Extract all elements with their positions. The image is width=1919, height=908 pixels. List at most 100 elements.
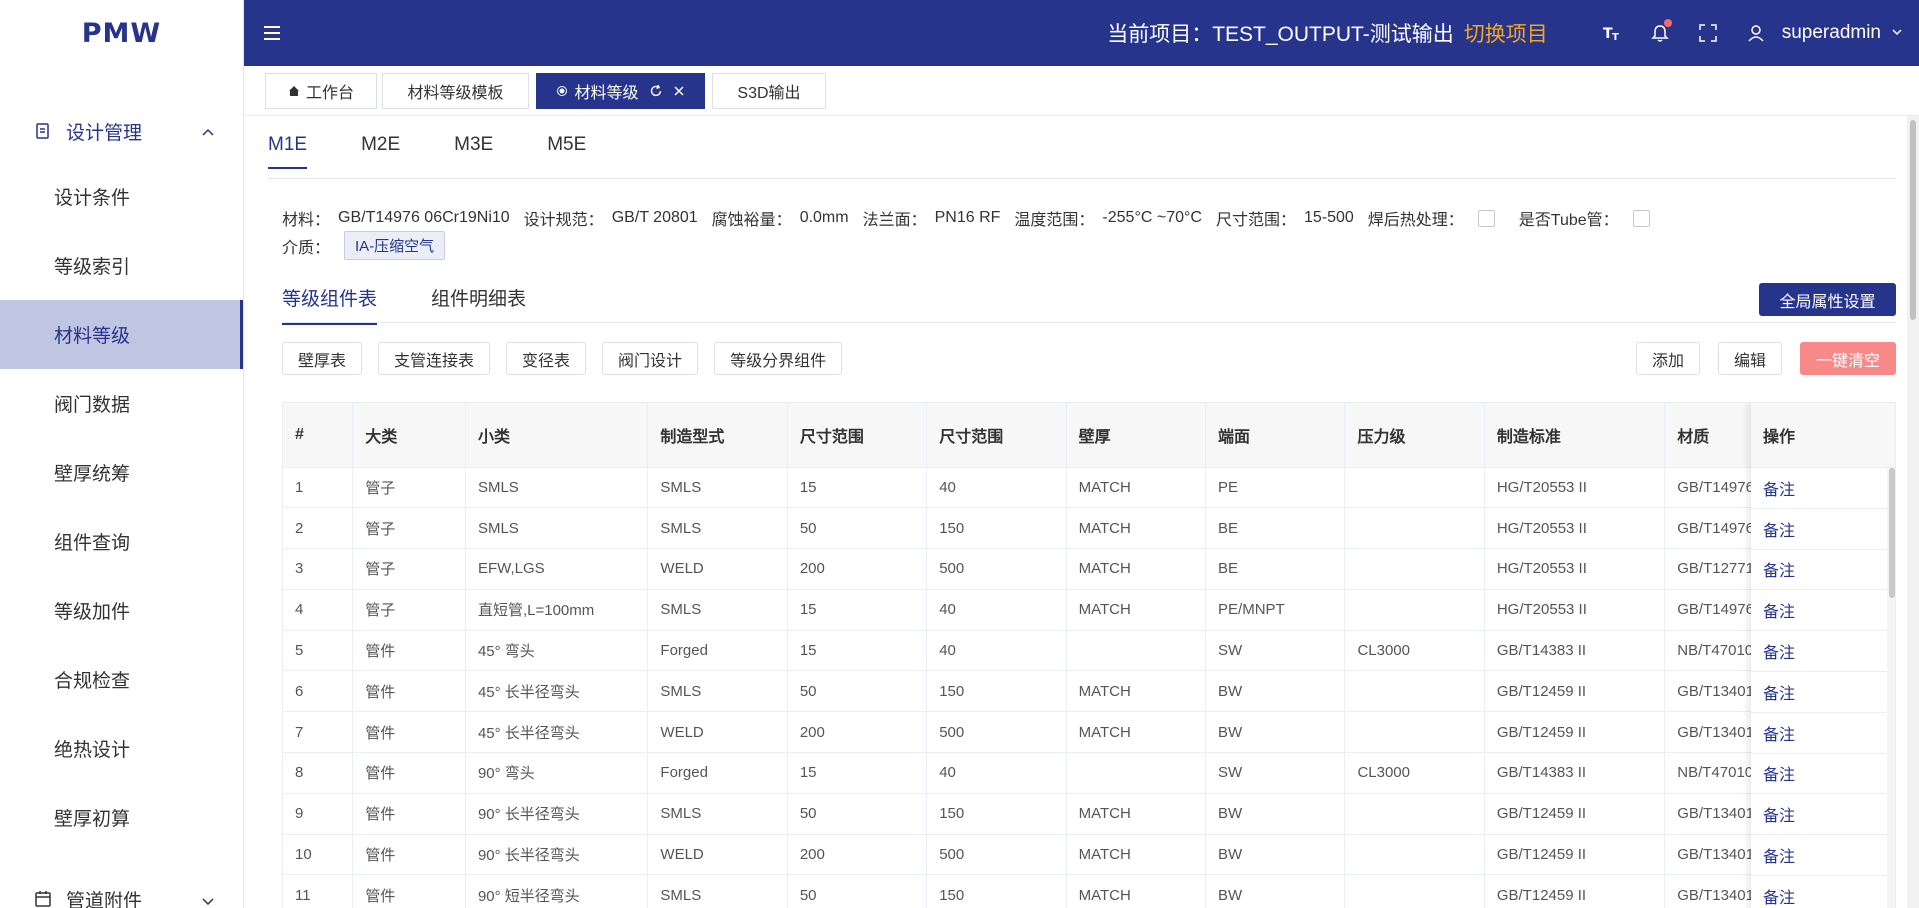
tab-grade-component-table[interactable]: 等级组件表	[282, 284, 378, 325]
col-header[interactable]: 小类	[465, 403, 649, 468]
sidebar-item-wall-thickness[interactable]: 壁厚统筹	[0, 438, 243, 507]
col-header[interactable]: 尺寸范围	[926, 403, 1067, 468]
col-header[interactable]: 压力级	[1344, 403, 1485, 468]
remark-link[interactable]: 备注	[1751, 672, 1887, 713]
fullscreen-icon[interactable]	[1696, 21, 1720, 45]
sidebar-item-grade-addition[interactable]: 等级加件	[0, 576, 243, 645]
edit-button[interactable]: 编辑	[1717, 342, 1782, 375]
remark-link[interactable]: 备注	[1751, 876, 1887, 908]
table-cell: SW	[1205, 630, 1346, 672]
close-icon[interactable]	[673, 85, 685, 97]
sidebar-item-grade-index[interactable]: 等级索引	[0, 231, 243, 300]
table-row[interactable]: 10 管件 90° 长半径弯头 WELD 200 500 MATCH BW GB/T12459 …	[283, 834, 1895, 876]
table-toolbar: 壁厚表 支管连接表 变径表 阀门设计 等级分界组件	[282, 342, 858, 375]
tab-m1e[interactable]: M1E	[268, 134, 308, 169]
tab-workbench[interactable]: 工作台	[265, 73, 377, 109]
sidebar-item-design-conditions[interactable]: 设计条件	[0, 162, 243, 231]
font-size-icon[interactable]: TT	[1600, 21, 1624, 45]
tab-material-grade-template[interactable]: 材料等级模板	[382, 73, 529, 109]
remark-link[interactable]: 备注	[1751, 550, 1887, 591]
grade-boundary-button[interactable]: 等级分界组件	[714, 342, 843, 375]
table-cell: BW	[1205, 834, 1346, 876]
remark-link[interactable]: 备注	[1751, 794, 1887, 836]
table-row[interactable]: 7 管件 45° 长半径弯头 WELD 200 500 MATCH BW GB/T12459 I…	[283, 711, 1895, 754]
col-header[interactable]: 制造型式	[647, 403, 788, 468]
switch-project-link[interactable]: 切换项目	[1464, 18, 1548, 48]
reducer-table-button[interactable]: 变径表	[506, 342, 587, 375]
table-row[interactable]: 4 管子 直短管,L=100mm SMLS 15 40 MATCH PE/MNPT HG/T20…	[283, 589, 1895, 631]
col-header[interactable]: 尺寸范围	[787, 403, 928, 468]
table-cell: MATCH	[1066, 467, 1207, 509]
table-cell: 50	[787, 793, 928, 835]
table-cell: MATCH	[1066, 548, 1207, 590]
table-cell: 50	[787, 670, 928, 713]
table-cell	[1344, 670, 1485, 713]
table-cell: 10	[283, 834, 354, 876]
scrollbar-thumb[interactable]	[1910, 120, 1916, 320]
tab-m3e[interactable]: M3E	[454, 134, 493, 169]
scrollbar-thumb[interactable]	[1889, 468, 1895, 598]
table-cell: 50	[787, 507, 928, 550]
table-row[interactable]: 9 管件 90° 长半径弯头 SMLS 50 150 MATCH BW GB/T12459 II…	[283, 793, 1895, 835]
tab-material-grade[interactable]: 材料等级	[536, 73, 705, 109]
remark-link[interactable]: 备注	[1751, 713, 1887, 754]
col-header[interactable]: 大类	[352, 403, 466, 468]
sidebar: PMW 设计管理 设计条件 等级索引 材料等级 阀门数据 壁厚统筹 组件查询 等…	[0, 0, 244, 908]
flange-value: PN16 RF	[934, 209, 1001, 226]
table-row[interactable]: 1 管子 SMLS SMLS 15 40 MATCH PE HG/T20553 II GB/T14…	[283, 467, 1895, 509]
remark-link[interactable]: 备注	[1751, 754, 1887, 795]
col-header[interactable]: 端面	[1205, 403, 1346, 468]
add-button[interactable]: 添加	[1635, 342, 1700, 375]
table-row[interactable]: 6 管件 45° 长半径弯头 SMLS 50 150 MATCH BW GB/T12459 II…	[283, 670, 1895, 713]
menu-group-design-management[interactable]: 设计管理	[0, 100, 243, 162]
page-scrollbar[interactable]	[1907, 116, 1919, 908]
remark-link[interactable]: 备注	[1751, 835, 1887, 876]
remark-link[interactable]: 备注	[1751, 468, 1887, 509]
remark-link[interactable]: 备注	[1751, 509, 1887, 550]
table-cell: SMLS	[647, 874, 788, 908]
tube-checkbox[interactable]	[1632, 209, 1650, 227]
col-header[interactable]: 壁厚	[1066, 403, 1207, 468]
valve-design-button[interactable]: 阀门设计	[602, 342, 699, 375]
wall-thickness-table-button[interactable]: 壁厚表	[282, 342, 363, 375]
table-row[interactable]: 8 管件 90° 弯头 Forged 15 40 SW CL3000 GB/T14383 II N…	[283, 752, 1895, 794]
remark-link[interactable]: 备注	[1751, 590, 1887, 632]
bell-icon[interactable]	[1648, 19, 1672, 45]
refresh-icon[interactable]	[649, 84, 663, 98]
user-menu[interactable]: superadmin	[1782, 22, 1903, 44]
branch-connection-table-button[interactable]: 支管连接表	[378, 342, 491, 375]
sidebar-item-component-query[interactable]: 组件查询	[0, 507, 243, 576]
table-row[interactable]: 11 管件 90° 短半径弯头 SMLS 50 150 MATCH BW GB/T12459 I…	[283, 874, 1895, 908]
table-row[interactable]: 5 管件 45° 弯头 Forged 15 40 SW CL3000 GB/T14383 II N…	[283, 630, 1895, 672]
sidebar-item-material-grade[interactable]: 材料等级	[0, 300, 243, 369]
menu-group-pipe-accessories[interactable]: 管道附件	[0, 868, 243, 908]
table-row[interactable]: 2 管子 SMLS SMLS 50 150 MATCH BE HG/T20553 II GB/T1…	[283, 507, 1895, 550]
tab-component-detail-table[interactable]: 组件明细表	[431, 284, 526, 325]
user-icon[interactable]	[1744, 21, 1768, 45]
notification-dot	[1663, 19, 1672, 27]
tab-m2e[interactable]: M2E	[361, 134, 400, 169]
menu-group-label: 设计管理	[66, 122, 143, 144]
table-row[interactable]: 3 管子 EFW,LGS WELD 200 500 MATCH BE HG/T20553 II G…	[283, 548, 1895, 590]
pwht-checkbox[interactable]	[1477, 209, 1495, 227]
sidebar-item-wall-thickness-calc[interactable]: 壁厚初算	[0, 783, 243, 852]
sidebar-item-compliance-check[interactable]: 合规检查	[0, 645, 243, 714]
hamburger-icon[interactable]	[244, 25, 300, 41]
table-cell: 150	[926, 874, 1067, 908]
col-header[interactable]: 制造标准	[1484, 403, 1666, 468]
table-cell: 3	[283, 548, 354, 590]
table-cell: 4	[283, 589, 354, 631]
clear-all-button[interactable]: 一键清空	[1799, 342, 1896, 375]
col-header[interactable]: #	[283, 403, 354, 468]
remark-link[interactable]: 备注	[1751, 631, 1887, 672]
tab-m5e[interactable]: M5E	[547, 134, 586, 169]
table-cell: GB/T12459 II	[1484, 834, 1666, 876]
sidebar-item-insulation-design[interactable]: 绝热设计	[0, 714, 243, 783]
dot-icon	[556, 85, 568, 97]
sidebar-item-valve-data[interactable]: 阀门数据	[0, 369, 243, 438]
tab-s3d-output[interactable]: S3D输出	[712, 73, 826, 109]
global-settings-button[interactable]: 全局属性设置	[1759, 283, 1896, 316]
table-cell: GB/T12459 II	[1484, 793, 1666, 835]
table-scrollbar[interactable]	[1887, 468, 1895, 908]
table-cell: BE	[1205, 548, 1346, 590]
